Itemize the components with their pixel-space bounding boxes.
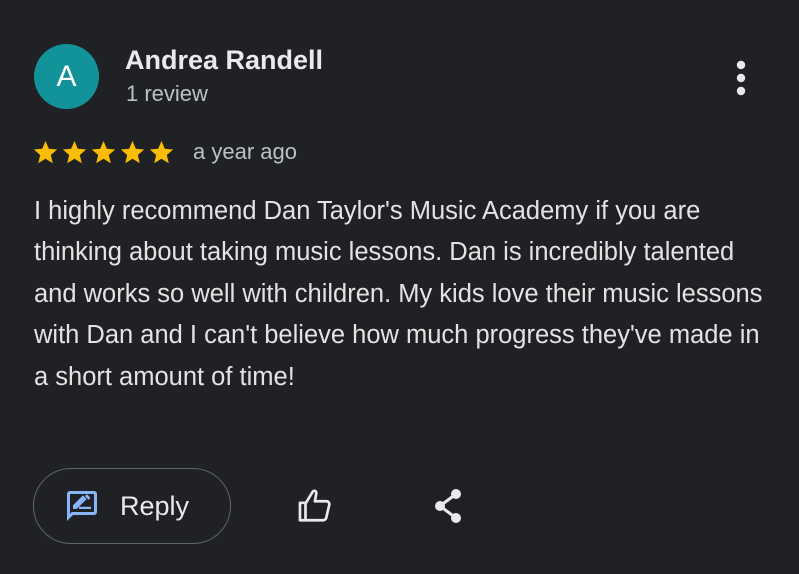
reply-label: Reply xyxy=(120,490,190,521)
review-count[interactable]: 1 review xyxy=(126,81,208,107)
like-button[interactable] xyxy=(290,482,340,530)
more-options-button[interactable] xyxy=(718,52,764,104)
reply-button[interactable]: Reply xyxy=(33,468,231,544)
star-icon xyxy=(120,140,145,163)
review-card: A Andrea Randell 1 review a year ago I h… xyxy=(0,0,799,574)
star-icon xyxy=(149,140,174,163)
avatar-initial: A xyxy=(56,59,77,93)
share-button[interactable] xyxy=(424,482,472,530)
avatar[interactable]: A xyxy=(34,44,99,109)
share-icon xyxy=(435,489,461,523)
star-icon xyxy=(91,140,116,163)
rating-row: a year ago xyxy=(32,136,297,168)
rate-review-icon xyxy=(67,491,97,521)
more-vert-icon xyxy=(736,60,746,96)
star-icon xyxy=(62,140,87,163)
star-rating xyxy=(32,139,175,166)
review-timestamp: a year ago xyxy=(193,139,297,164)
thumb-up-icon xyxy=(298,489,331,522)
star-icon xyxy=(33,140,58,163)
review-text: I highly recommend Dan Taylor's Music Ac… xyxy=(34,197,763,391)
author-name[interactable]: Andrea Randell xyxy=(125,45,323,76)
